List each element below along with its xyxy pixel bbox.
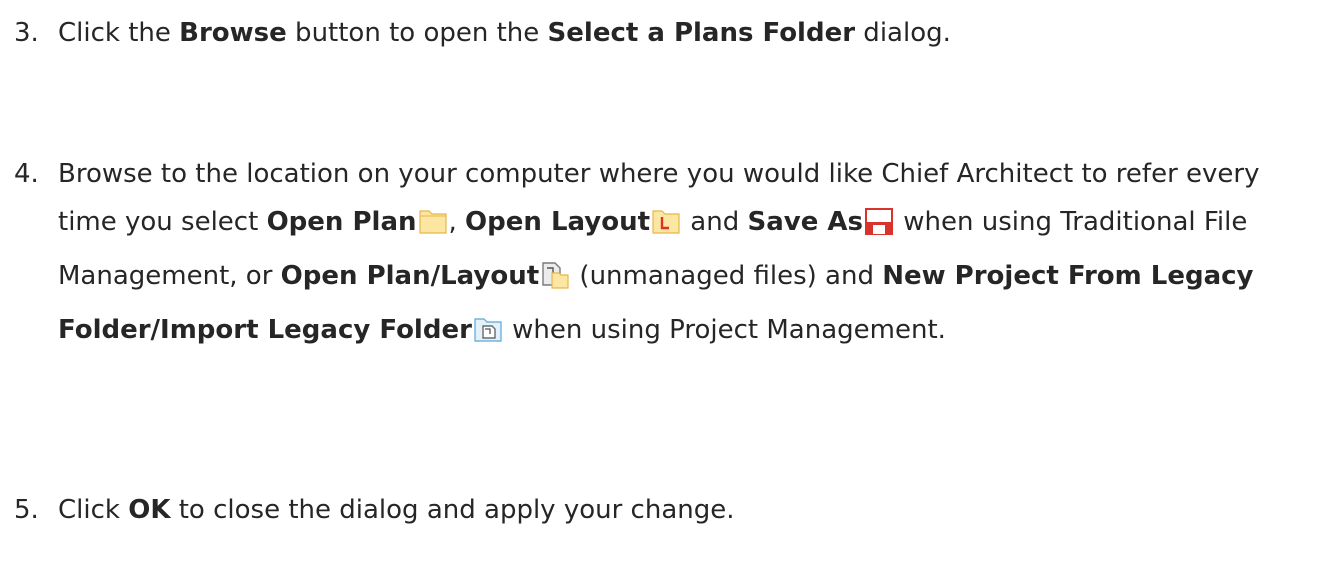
- step-text-segment: Click: [58, 495, 129, 525]
- step-text-segment: and: [682, 207, 748, 237]
- step-number: 4.: [14, 159, 39, 189]
- legacy-folder-icon: [473, 312, 503, 360]
- step-text-segment: Click the: [58, 18, 180, 48]
- step-number: 3.: [14, 18, 39, 48]
- step-text: Browse to the location on your computer …: [58, 150, 1322, 360]
- step-text-segment: button to open the: [286, 18, 548, 48]
- save-disk-icon: [864, 204, 894, 252]
- step-text-segment: ,: [448, 207, 466, 237]
- layout-folder-icon: [651, 204, 681, 252]
- step-text: Click the Browse button to open the Sele…: [58, 9, 1322, 57]
- step-text-segment: (unmanaged files) and: [571, 261, 883, 291]
- step-text-segment: to close the dialog and apply your chang…: [170, 495, 735, 525]
- open-plan-ref: Open Plan: [266, 207, 417, 237]
- save-as-ref: Save As: [747, 207, 863, 237]
- ok-button-ref: OK: [128, 495, 171, 525]
- step-text: Click OK to close the dialog and apply y…: [58, 486, 1322, 534]
- browse-button-ref: Browse: [179, 18, 287, 48]
- select-plans-folder-ref: Select a Plans Folder: [547, 18, 856, 48]
- open-plan-layout-ref: Open Plan/Layout: [280, 261, 540, 291]
- plan-layout-icon: [540, 258, 570, 306]
- step-number: 5.: [14, 495, 39, 525]
- open-layout-ref: Open Layout: [465, 207, 651, 237]
- step-text-segment: dialog.: [855, 18, 951, 48]
- step-text-segment: when using Project Management.: [503, 315, 946, 345]
- folder-icon: [418, 204, 448, 252]
